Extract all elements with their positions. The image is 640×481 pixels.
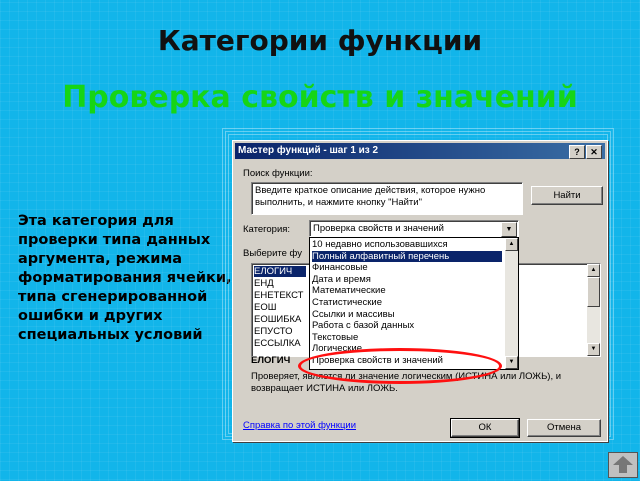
function-description-line2: возвращает ИСТИНА или ЛОЖЬ.	[251, 383, 398, 394]
category-option[interactable]: Статистические	[312, 297, 502, 308]
chevron-down-icon[interactable]: ▼	[501, 222, 517, 237]
dialog-titlebar: Мастер функций - шаг 1 из 2 ? ✕	[235, 143, 605, 159]
category-option[interactable]: Финансовые	[312, 262, 502, 273]
category-option[interactable]: Текстовые	[312, 332, 502, 343]
scroll-up-icon[interactable]: ▲	[587, 264, 600, 277]
function-list-scrollbar[interactable]: ▲ ▼	[587, 264, 600, 356]
function-wizard-dialog: Мастер функций - шаг 1 из 2 ? ✕ Поиск фу…	[232, 140, 608, 442]
category-option[interactable]: Полный алфавитный перечень	[312, 250, 502, 262]
search-input-text: Введите краткое описание действия, котор…	[255, 185, 486, 208]
find-button[interactable]: Найти	[531, 186, 603, 205]
function-list-item[interactable]: ЕССЫЛКА	[254, 338, 306, 349]
category-option[interactable]: Дата и время	[312, 274, 502, 285]
slide-subtitle: Проверка свойств и значений	[62, 80, 578, 115]
dropdown-scrollbar[interactable]: ▲ ▼	[505, 238, 518, 369]
dropdown-scroll-up-icon[interactable]: ▲	[505, 238, 518, 251]
scroll-thumb[interactable]	[587, 277, 600, 307]
scroll-down-icon[interactable]: ▼	[587, 343, 600, 356]
category-select-value: Проверка свойств и значений	[313, 223, 444, 234]
navigation-icon[interactable]	[608, 452, 638, 478]
slide-title: Категории функции	[157, 24, 483, 57]
category-option[interactable]: Работа с базой данных	[312, 320, 502, 331]
function-list-item[interactable]: ЕОШ	[254, 302, 306, 313]
category-select[interactable]: Проверка свойств и значений ▼	[309, 220, 519, 237]
select-function-label: Выберите фу	[243, 248, 302, 259]
help-link[interactable]: Справка по этой функции	[243, 420, 356, 431]
function-list-item[interactable]: ЕОШИБКА	[254, 314, 306, 325]
search-input[interactable]: Введите краткое описание действия, котор…	[251, 182, 523, 215]
category-option[interactable]: Математические	[312, 285, 502, 296]
function-list-item[interactable]: ЕНЕТЕКСТ	[254, 290, 306, 301]
close-button[interactable]: ✕	[586, 145, 602, 159]
function-list-item[interactable]: ЕЛОГИЧ	[254, 266, 306, 277]
category-label: Категория:	[243, 224, 291, 235]
function-list-item[interactable]: ЕПУСТО	[254, 326, 306, 337]
category-option[interactable]: 10 недавно использовавшихся	[312, 239, 502, 250]
function-name: ЕЛОГИЧ	[251, 355, 291, 366]
help-button[interactable]: ?	[569, 145, 585, 159]
highlight-ellipse	[298, 348, 502, 384]
ok-button[interactable]: ОК	[450, 418, 520, 438]
function-list-item[interactable]: ЕНД	[254, 278, 306, 289]
cancel-button[interactable]: Отмена	[527, 419, 601, 437]
search-label: Поиск функции:	[243, 168, 313, 179]
category-option[interactable]: Ссылки и массивы	[312, 309, 502, 320]
slide-description: Эта категория для проверки типа данных а…	[18, 213, 232, 343]
dialog-title: Мастер функций - шаг 1 из 2	[238, 145, 379, 156]
dropdown-scroll-down-icon[interactable]: ▼	[505, 356, 518, 369]
